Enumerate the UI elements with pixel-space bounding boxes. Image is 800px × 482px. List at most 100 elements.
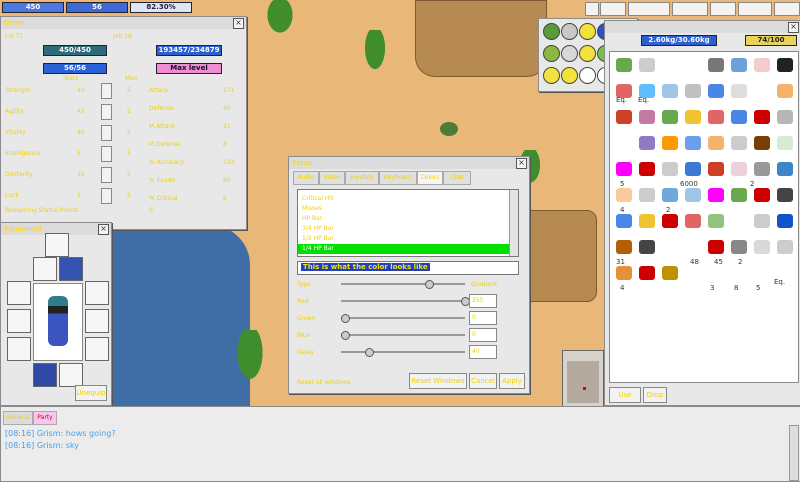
inventory-item-icon[interactable] xyxy=(616,266,632,280)
inventory-item-icon[interactable] xyxy=(777,188,793,202)
equip-slot-neck[interactable] xyxy=(33,257,57,281)
inventory-item-icon[interactable] xyxy=(754,84,770,98)
inventory-item-icon[interactable] xyxy=(685,110,701,124)
inventory-item-icon[interactable] xyxy=(662,58,678,72)
dizzy-smiley-icon[interactable] xyxy=(561,45,578,62)
inventory-item-icon[interactable] xyxy=(708,136,724,150)
inventory-item-icon[interactable] xyxy=(731,188,747,202)
unequip-button[interactable]: Unequip xyxy=(75,385,107,401)
stat-increase-button[interactable] xyxy=(101,104,112,120)
inventory-item-icon[interactable] xyxy=(777,58,793,72)
stat-increase-button[interactable] xyxy=(101,146,112,162)
close-icon[interactable]: × xyxy=(233,18,244,29)
inventory-item-icon[interactable] xyxy=(662,162,678,176)
drop-button[interactable]: Drop xyxy=(643,387,667,403)
equipment-window[interactable]: Equipment × Unequip xyxy=(0,222,112,406)
equip-slot-shield[interactable] xyxy=(7,309,31,333)
equip-slot-ring1[interactable] xyxy=(7,337,31,361)
inventory-item-icon[interactable] xyxy=(754,136,770,150)
inventory-item-icon[interactable] xyxy=(662,110,678,124)
equip-slot-feet[interactable] xyxy=(59,363,83,387)
equip-slot-weapon[interactable] xyxy=(85,281,109,305)
color-list-item[interactable]: 3/4 HP Bar xyxy=(298,224,513,234)
menu-button-skills[interactable] xyxy=(710,2,736,16)
inventory-item-icon[interactable] xyxy=(639,110,655,124)
minimap[interactable] xyxy=(562,350,604,408)
menu-button-status[interactable] xyxy=(600,2,626,16)
equip-slot-gloves[interactable] xyxy=(7,281,31,305)
inventory-item-icon[interactable] xyxy=(662,266,678,280)
slider-track[interactable] xyxy=(341,283,465,285)
inventory-item-icon[interactable] xyxy=(754,110,770,124)
slider-value-field[interactable]: 0 xyxy=(469,328,497,342)
inventory-item-icon[interactable] xyxy=(708,162,724,176)
inventory-item-icon[interactable] xyxy=(731,162,747,176)
inventory-item-icon[interactable] xyxy=(685,214,701,228)
inventory-item-icon[interactable] xyxy=(662,84,678,98)
inventory-item-icon[interactable] xyxy=(731,136,747,150)
inventory-item-icon[interactable] xyxy=(639,240,655,254)
inventory-item-icon[interactable] xyxy=(731,240,747,254)
slider-track[interactable] xyxy=(341,317,465,319)
slider-value-field[interactable]: 40 xyxy=(469,345,497,359)
inventory-item-icon[interactable] xyxy=(754,214,770,228)
inventory-item-icon[interactable] xyxy=(777,110,793,124)
inventory-item-icon[interactable] xyxy=(708,84,724,98)
inventory-item-icon[interactable] xyxy=(777,214,793,228)
inventory-item-icon[interactable] xyxy=(685,84,701,98)
setup-window[interactable]: Setup × Critical Hit Misses HP Bar 3/4 HP B… xyxy=(288,156,530,394)
apply-button[interactable]: Apply xyxy=(499,373,525,389)
equip-slot-legs[interactable] xyxy=(33,363,57,387)
inventory-item-icon[interactable] xyxy=(616,110,632,124)
inventory-item-icon[interactable] xyxy=(639,214,655,228)
inventory-item-icon[interactable] xyxy=(616,162,632,176)
inventory-item-icon[interactable] xyxy=(662,136,678,150)
slider-value-field[interactable]: 0 xyxy=(469,311,497,325)
inventory-item-icon[interactable] xyxy=(777,84,793,98)
inventory-item-icon[interactable] xyxy=(685,162,701,176)
chat-tab-general[interactable]: General xyxy=(3,411,33,425)
inventory-item-icon[interactable] xyxy=(639,266,655,280)
inventory-item-icon[interactable] xyxy=(754,188,770,202)
inventory-item-icon[interactable] xyxy=(708,188,724,202)
menu-button-inventory[interactable] xyxy=(672,2,708,16)
use-button[interactable]: Use xyxy=(609,387,641,403)
setup-tab[interactable]: Joystick xyxy=(345,171,379,185)
inventory-item-icon[interactable] xyxy=(777,136,793,150)
inventory-item-icon[interactable] xyxy=(731,214,747,228)
slider-value-field[interactable]: 255 xyxy=(469,294,497,308)
setup-tab[interactable]: Colors xyxy=(417,171,443,185)
inventory-item-icon[interactable] xyxy=(708,110,724,124)
inventory-item-icon[interactable] xyxy=(708,240,724,254)
shock-smiley-icon[interactable] xyxy=(561,67,578,84)
stat-increase-button[interactable] xyxy=(101,83,112,99)
slider-handle[interactable] xyxy=(365,348,374,357)
inventory-item-icon[interactable] xyxy=(616,188,632,202)
setup-tab[interactable]: Chat xyxy=(443,171,471,185)
inventory-item-icon[interactable] xyxy=(616,58,632,72)
inventory-item-icon[interactable] xyxy=(777,240,793,254)
color-list-item[interactable]: 1/2 HP Bar xyxy=(298,234,513,244)
color-list-item[interactable]: Critical Hit xyxy=(298,194,513,204)
inventory-item-icon[interactable] xyxy=(685,136,701,150)
stat-increase-button[interactable] xyxy=(101,188,112,204)
inventory-item-icon[interactable] xyxy=(685,58,701,72)
inventory-item-icon[interactable] xyxy=(616,136,632,150)
inventory-item-icon[interactable] xyxy=(731,110,747,124)
menu-button-setup[interactable] xyxy=(774,2,800,16)
inventory-item-icon[interactable] xyxy=(754,162,770,176)
sleepy-smiley-icon[interactable] xyxy=(543,23,560,40)
inventory-window[interactable]: × 2.60kg/30.60kg 74/100 Eq. Eq. Eq. 5 6000 2 4… xyxy=(604,20,800,406)
chat-window[interactable]: General Party [08:16] Grism: hows going?… xyxy=(0,406,800,482)
sick-smiley-icon[interactable] xyxy=(543,45,560,62)
inventory-item-icon[interactable] xyxy=(662,214,678,228)
slider-handle[interactable] xyxy=(425,280,434,289)
status-window[interactable]: Grism × Lvl 71 Job 19 450/450 56/56 1934… xyxy=(0,16,247,230)
inventory-item-icon[interactable] xyxy=(777,162,793,176)
color-list-item[interactable]: Misses xyxy=(298,204,513,214)
menu-button-1[interactable] xyxy=(585,2,599,16)
inventory-item-icon[interactable] xyxy=(685,188,701,202)
color-list-item[interactable]: 1/4 HP Bar xyxy=(298,244,513,254)
stat-increase-button[interactable] xyxy=(101,125,112,141)
inventory-item-icon[interactable] xyxy=(616,214,632,228)
